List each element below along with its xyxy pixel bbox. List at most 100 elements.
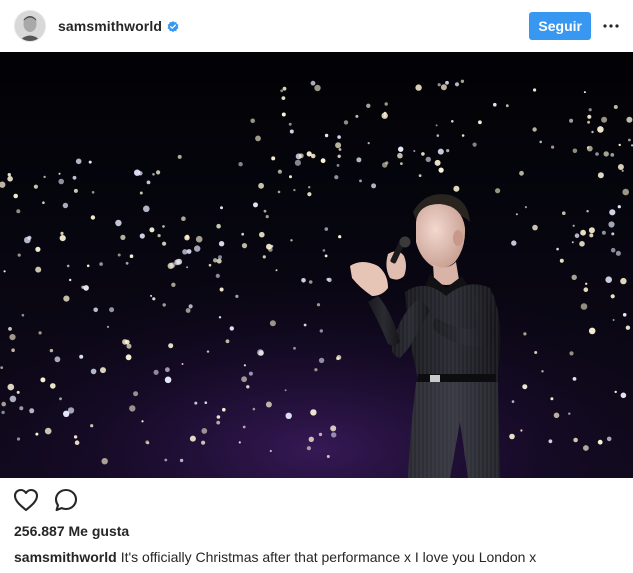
- crowd-light: [550, 397, 554, 401]
- crowd-light: [42, 201, 45, 204]
- crowd-light: [266, 243, 272, 250]
- crowd-light: [597, 126, 604, 133]
- crowd-light: [310, 153, 316, 159]
- caption-username[interactable]: samsmithworld: [14, 549, 117, 565]
- crowd-light: [298, 153, 304, 159]
- crowd-light: [150, 294, 153, 297]
- crowd-light: [356, 157, 362, 163]
- crowd-light: [574, 233, 580, 238]
- crowd-light: [461, 134, 465, 137]
- crowd-light: [269, 449, 272, 453]
- crowd-light: [115, 219, 122, 227]
- crowd-light: [149, 227, 155, 233]
- crowd-light: [580, 229, 586, 236]
- crowd-light: [585, 282, 588, 285]
- crowd-light: [153, 369, 159, 375]
- crowd-light: [293, 188, 296, 192]
- crowd-light: [185, 308, 191, 313]
- crowd-light: [572, 148, 578, 154]
- crowd-light: [208, 263, 212, 267]
- crowd-light: [125, 261, 129, 265]
- crowd-light: [44, 427, 52, 435]
- likes-count[interactable]: 256.887 Me gusta: [14, 523, 129, 539]
- crowd-light: [505, 104, 509, 108]
- crowd-light: [201, 428, 208, 434]
- avatar[interactable]: [14, 10, 46, 42]
- crowd-light: [571, 274, 577, 280]
- crowd-light: [620, 392, 627, 399]
- post-photo[interactable]: [0, 52, 633, 478]
- crowd-light: [436, 134, 440, 137]
- crowd-light: [126, 343, 132, 349]
- crowd-light: [40, 377, 46, 383]
- crowd-light: [189, 435, 196, 442]
- crowd-light: [93, 307, 98, 313]
- follow-button[interactable]: Seguir: [529, 12, 591, 40]
- crowd-light: [522, 384, 528, 390]
- crowd-light: [141, 420, 144, 423]
- crowd-light: [460, 79, 465, 83]
- comment-icon[interactable]: [52, 486, 80, 514]
- crowd-light: [81, 285, 85, 289]
- crowd-light: [125, 354, 132, 361]
- crowd-light: [610, 247, 616, 253]
- crowd-light: [35, 246, 41, 252]
- crowd-light: [608, 221, 615, 228]
- crowd-light: [109, 307, 115, 313]
- crowd-light: [238, 162, 243, 167]
- crowd-light: [9, 395, 17, 403]
- crowd-light: [425, 156, 431, 163]
- crowd-light: [7, 173, 11, 177]
- crowd-light: [384, 102, 388, 106]
- crowd-light: [120, 234, 126, 240]
- crowd-light: [586, 210, 589, 213]
- crowd-light: [143, 205, 150, 213]
- crowd-light: [326, 455, 330, 458]
- crowd-light: [303, 323, 307, 327]
- crowd-light: [334, 175, 339, 180]
- crowd-light: [308, 436, 314, 442]
- crowd-light: [1, 410, 5, 415]
- crowd-light: [397, 152, 403, 159]
- crowd-light: [0, 366, 4, 369]
- crowd-light: [129, 405, 136, 412]
- crowd-light: [263, 209, 267, 213]
- crowd-light: [324, 227, 329, 231]
- more-options-icon[interactable]: [601, 16, 621, 36]
- crowd-light: [628, 138, 631, 142]
- crowd-light: [614, 390, 617, 394]
- crowd-light: [91, 191, 95, 194]
- crowd-light: [216, 223, 221, 229]
- crowd-light: [58, 172, 61, 175]
- username[interactable]: samsmithworld: [58, 18, 162, 34]
- crowd-light: [138, 171, 143, 176]
- crowd-light: [246, 385, 250, 389]
- crowd-light: [523, 332, 527, 336]
- crowd-light: [165, 367, 170, 373]
- crowd-light: [195, 235, 203, 243]
- heart-icon[interactable]: [12, 486, 40, 514]
- crowd-light: [314, 84, 321, 92]
- crowd-light: [335, 142, 342, 149]
- crowd-light: [603, 151, 609, 157]
- crowd-light: [100, 367, 106, 374]
- crowd-light: [168, 343, 174, 349]
- crowd-light: [290, 239, 293, 242]
- crowd-light: [253, 202, 258, 208]
- crowd-light: [277, 190, 281, 194]
- crowd-light: [324, 254, 328, 258]
- crowd-light: [58, 178, 64, 185]
- crowd-light: [587, 120, 591, 124]
- crowd-light: [248, 371, 253, 376]
- crowd-light: [215, 273, 220, 278]
- crowd-light: [293, 346, 296, 350]
- crowd-light: [621, 169, 624, 172]
- crowd-light: [559, 258, 564, 263]
- crowd-light: [495, 188, 501, 194]
- crowd-light: [250, 118, 255, 124]
- crowd-light: [310, 409, 317, 416]
- crowd-light: [75, 158, 82, 165]
- crowd-light: [618, 143, 621, 147]
- crowd-light: [337, 154, 341, 158]
- crowd-light: [106, 325, 110, 328]
